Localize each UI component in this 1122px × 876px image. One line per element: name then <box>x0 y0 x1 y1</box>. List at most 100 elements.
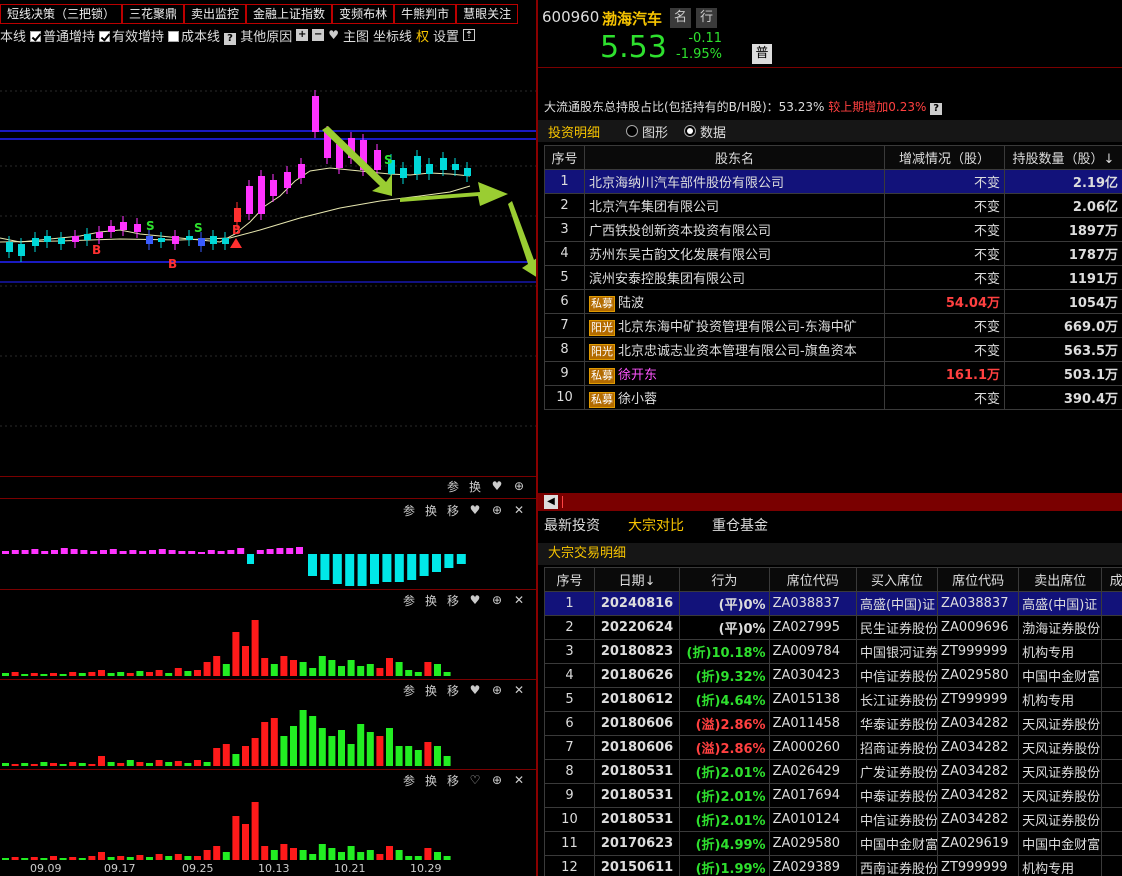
tab-heavy-fund[interactable]: 重仓基金 <box>712 515 768 535</box>
close-icon[interactable]: ✕ <box>512 593 526 607</box>
table-row[interactable]: 3 广西铁投创新资本投资有限公司 不变 1897万 <box>544 217 1122 242</box>
heart-outline-icon[interactable]: ♡ <box>468 773 482 787</box>
col-header[interactable]: 买入席位 <box>855 567 939 592</box>
close-icon[interactable]: ✕ <box>512 503 526 517</box>
table-row[interactable]: 9 私募 徐开东 161.1万 503.1万 <box>544 361 1122 386</box>
coord-line-button[interactable]: 坐标线 <box>373 26 412 45</box>
panel-swap-button[interactable]: 换 <box>424 502 438 519</box>
panel-config-button[interactable]: 参 <box>402 682 416 699</box>
scroll-thumb[interactable] <box>562 496 563 508</box>
kline-chart[interactable]: S S S B B B 万 <box>0 46 536 476</box>
col-header[interactable]: 席位代码 <box>937 567 1020 592</box>
panel-swap-button[interactable]: 换 <box>424 682 438 699</box>
radio-graph[interactable]: 图形 <box>626 122 668 141</box>
panel-move-button[interactable]: 移 <box>446 772 460 789</box>
heart-icon[interactable]: ♥ <box>468 503 482 517</box>
panel-move-button[interactable]: 移 <box>446 592 460 609</box>
cost-line-toggle[interactable]: 成本线 <box>168 26 220 45</box>
rights-button[interactable]: 权 <box>416 26 429 45</box>
tab-indicator[interactable]: 卖出监控 <box>184 4 247 24</box>
panel-config-button[interactable]: 参 <box>402 502 416 519</box>
settings-button[interactable]: 设置 <box>433 26 459 45</box>
table-row[interactable]: 10 私募 徐小蓉 不变 390.4万 <box>544 385 1122 410</box>
col-header[interactable]: 股东名 <box>584 145 885 170</box>
panel-swap-button[interactable]: 换 <box>424 772 438 789</box>
effective-increase-toggle[interactable]: 有效增持 <box>99 26 164 45</box>
table-row[interactable]: 5 滨州安泰控股集团有限公司 不变 1191万 <box>544 265 1122 290</box>
table-row[interactable]: 6 私募 陆波 54.04万 1054万 <box>544 289 1122 314</box>
tab-indicator[interactable]: 变频布林 <box>332 4 395 24</box>
zoom-out-icon[interactable]: − <box>312 29 325 41</box>
col-header[interactable]: 序号 <box>544 145 585 170</box>
main-chart-button[interactable]: 主图 <box>343 26 369 45</box>
table-row[interactable]: 1 北京海纳川汽车部件股份有限公司 不变 2.19亿 <box>544 169 1122 194</box>
tab-indicator[interactable]: 牛熊判市 <box>394 4 457 24</box>
zoom-icon[interactable]: ⊕ <box>490 503 504 517</box>
panel-swap-button[interactable]: 换 <box>468 478 482 495</box>
col-header[interactable]: 成交 <box>1101 567 1122 592</box>
section-scroll-bar[interactable]: ◀ <box>538 493 1122 511</box>
heart-icon[interactable]: ♥ <box>468 593 482 607</box>
table-row[interactable]: 1 20240816 (平)0% ZA038837 高盛(中国)证 ZA038837 高盛(… <box>544 591 1122 616</box>
radio-icon[interactable] <box>626 125 639 137</box>
checkbox-icon[interactable] <box>168 30 180 42</box>
heart-icon[interactable]: ♥ <box>468 683 482 697</box>
zoom-icon[interactable]: ⊕ <box>490 593 504 607</box>
col-header[interactable]: 持股数量（股）↓ <box>1004 145 1122 170</box>
col-header[interactable]: 卖出席位 <box>1018 567 1103 592</box>
table-row[interactable]: 3 20180823 (折)10.18% ZA009784 中国银河证券 ZT999999… <box>544 639 1122 664</box>
other-reason-button[interactable]: ? 其他原因 <box>224 26 292 45</box>
table-row[interactable]: 4 20180626 (折)9.32% ZA030423 中信证券股份 ZA029580 中… <box>544 663 1122 688</box>
table-row[interactable]: 8 阳光 北京忠诚志业资本管理有限公司-旗鱼资本 不变 563.5万 <box>544 337 1122 362</box>
collapse-icon[interactable]: ⇡ <box>463 29 476 41</box>
col-header[interactable]: 序号 <box>544 567 595 592</box>
table-row[interactable]: 2 20220624 (平)0% ZA027995 民生证券股份 ZA009696 渤海证券… <box>544 615 1122 640</box>
table-row[interactable]: 11 20170623 (折)4.99% ZA029580 中国中金财富 ZA029619… <box>544 831 1122 856</box>
table-row[interactable]: 5 20180612 (折)4.64% ZA015138 长江证券股份 ZT999999 机… <box>544 687 1122 712</box>
heart-icon[interactable]: ♥ <box>490 479 504 493</box>
normal-increase-toggle[interactable]: 普通增持 <box>30 26 95 45</box>
table-row[interactable]: 2 北京汽车集团有限公司 不变 2.06亿 <box>544 193 1122 218</box>
tab-indicator[interactable]: 金融上证指数 <box>246 4 333 24</box>
tab-indicator[interactable]: 短线决策（三把锁） <box>0 4 123 24</box>
col-header[interactable]: 日期↓ <box>593 567 681 592</box>
ordinary-badge[interactable]: 普 <box>752 44 772 64</box>
tab-latest-invest[interactable]: 最新投资 <box>544 515 600 535</box>
close-icon[interactable]: ✕ <box>512 683 526 697</box>
col-header[interactable]: 增减情况（股） <box>884 145 1005 170</box>
zoom-icon[interactable]: ⊕ <box>490 773 504 787</box>
industry-button[interactable]: 行 <box>696 8 717 28</box>
panel-move-button[interactable]: 移 <box>446 502 460 519</box>
table-row[interactable]: 10 20180531 (折)2.01% ZA010124 中信证券股份 ZA034282… <box>544 807 1122 832</box>
tab-indicator[interactable]: 慧眼关注 <box>456 4 519 24</box>
panel-config-button[interactable]: 参 <box>446 478 460 495</box>
checkbox-icon[interactable] <box>30 30 42 42</box>
zoom-icon[interactable]: ⊕ <box>490 683 504 697</box>
panel-move-button[interactable]: 移 <box>446 682 460 699</box>
panel-swap-button[interactable]: 换 <box>424 592 438 609</box>
panel-config-button[interactable]: 参 <box>402 772 416 789</box>
panel-config-button[interactable]: 参 <box>402 592 416 609</box>
table-row[interactable]: 6 20180606 (溢)2.86% ZA011458 华泰证券股份 ZA034282 天… <box>544 711 1122 736</box>
table-row[interactable]: 12 20150611 (折)1.99% ZA029389 西南证券股份 ZT999999… <box>544 855 1122 876</box>
tab-indicator[interactable]: 三花聚鼎 <box>122 4 185 24</box>
help-icon[interactable]: ? <box>930 103 943 115</box>
table-row[interactable]: 7 20180606 (溢)2.86% ZA000260 招商证券股份 ZA034282 天… <box>544 735 1122 760</box>
table-row[interactable]: 4 苏州东吴古韵文化发展有限公司 不变 1787万 <box>544 241 1122 266</box>
scroll-left-icon[interactable]: ◀ <box>544 495 558 509</box>
table-row[interactable]: 7 阳光 北京东海中矿投资管理有限公司-东海中矿 不变 669.0万 <box>544 313 1122 338</box>
col-header[interactable]: 席位代码 <box>768 567 857 592</box>
tab-invest-detail[interactable]: 投资明细 <box>538 122 610 141</box>
table-row[interactable]: 9 20180531 (折)2.01% ZA017694 中泰证券股份 ZA034282 天… <box>544 783 1122 808</box>
table-row[interactable]: 8 20180531 (折)2.01% ZA026429 广发证券股份 ZA034282 天… <box>544 759 1122 784</box>
col-header[interactable]: 行为 <box>679 567 770 592</box>
radio-icon[interactable] <box>684 125 697 137</box>
radio-data[interactable]: 数据 <box>684 122 726 141</box>
zoom-in-icon[interactable]: + <box>296 29 309 41</box>
name-button[interactable]: 名 <box>670 8 691 28</box>
tab-block-compare[interactable]: 大宗对比 <box>628 515 684 535</box>
heart-icon[interactable]: ♥ <box>328 28 339 42</box>
close-icon[interactable]: ✕ <box>512 773 526 787</box>
zoom-icon[interactable]: ⊕ <box>512 479 526 493</box>
checkbox-icon[interactable] <box>99 30 111 42</box>
